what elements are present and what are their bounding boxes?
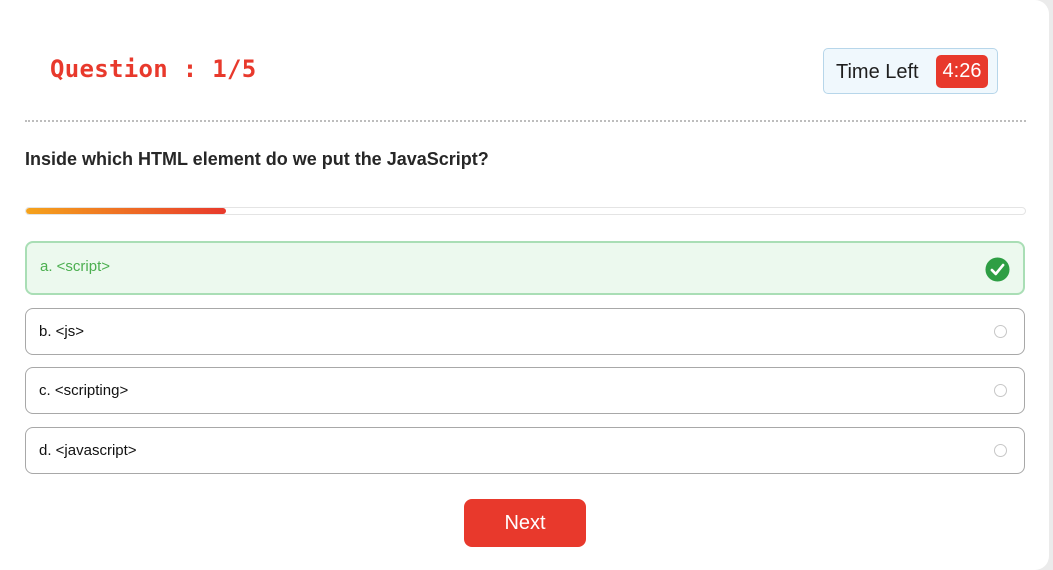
timer-box: Time Left 4:26 <box>823 48 998 94</box>
radio-circle-icon[interactable] <box>994 384 1007 397</box>
question-counter: Question : 1/5 <box>50 55 257 83</box>
radio-circle-icon[interactable] <box>994 444 1007 457</box>
check-circle-icon <box>985 257 1010 282</box>
option-d-label: d. <javascript> <box>39 442 137 459</box>
radio-circle-icon[interactable] <box>994 325 1007 338</box>
timer-label: Time Left <box>836 61 919 83</box>
quiz-card: Question : 1/5 Time Left 4:26 Inside whi… <box>0 0 1049 570</box>
progress-fill <box>26 208 226 214</box>
quiz-header: Question : 1/5 Time Left 4:26 <box>25 0 1026 122</box>
progress-bar <box>25 207 1026 215</box>
next-button[interactable]: Next <box>464 499 586 547</box>
option-a-label: a. <script> <box>40 258 111 275</box>
option-b[interactable]: b. <js> <box>25 308 1025 355</box>
option-d[interactable]: d. <javascript> <box>25 427 1025 474</box>
option-b-label: b. <js> <box>39 323 85 340</box>
option-a[interactable]: a. <script> <box>25 241 1025 295</box>
option-c-label: c. <scripting> <box>39 382 129 399</box>
option-c[interactable]: c. <scripting> <box>25 367 1025 414</box>
timer-value: 4:26 <box>936 55 988 88</box>
question-text: Inside which HTML element do we put the … <box>25 149 489 169</box>
